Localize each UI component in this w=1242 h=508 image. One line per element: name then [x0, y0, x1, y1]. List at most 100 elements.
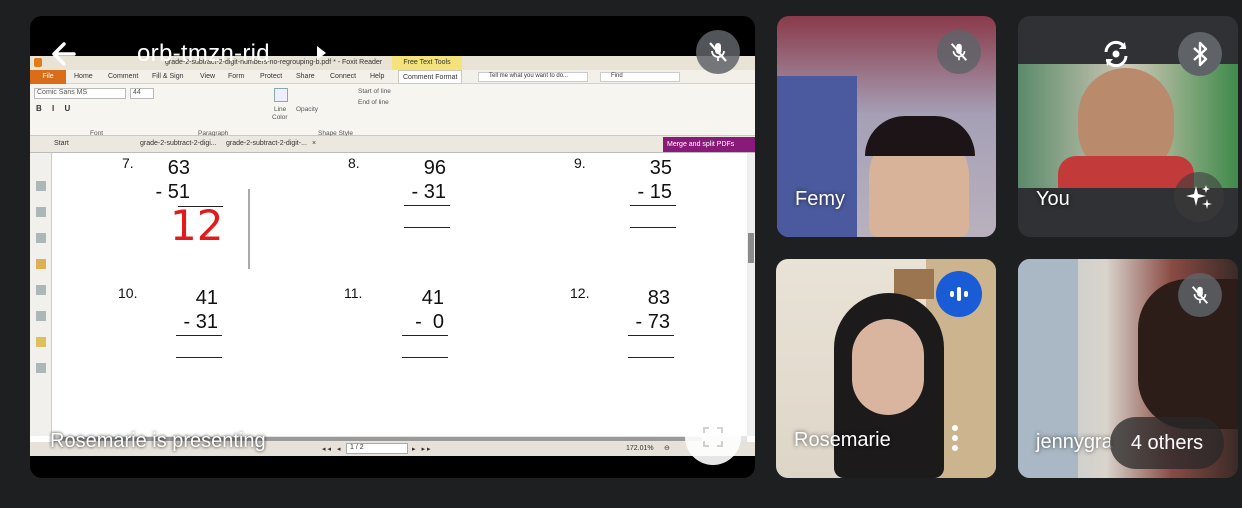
bluetooth-icon[interactable]	[1178, 32, 1222, 76]
menu-home[interactable]: Home	[74, 73, 93, 80]
opacity-label[interactable]: Opacity	[296, 106, 318, 113]
problem-top: 35	[649, 157, 672, 179]
participant-tile[interactable]: Femy	[777, 16, 996, 237]
merge-split-button[interactable]: Merge and split PDFs	[663, 137, 755, 152]
answer-line	[404, 227, 450, 229]
tab-start[interactable]: Start	[54, 140, 69, 147]
menu-help[interactable]: Help	[370, 73, 384, 80]
comments-icon[interactable]	[36, 259, 46, 269]
signature-icon[interactable]	[36, 233, 46, 243]
menu-view[interactable]: View	[200, 73, 215, 80]
problem-bottom: - 31	[183, 311, 218, 333]
page-nav-next-last[interactable]: ▸ ▸▸	[412, 445, 433, 453]
attachment-icon[interactable]	[36, 285, 46, 295]
tell-me-input[interactable]: Tell me what you want to do...	[478, 72, 588, 82]
chevron-right-icon[interactable]	[315, 45, 327, 66]
problem-top: 83	[647, 287, 670, 309]
scroll-thumb[interactable]	[748, 233, 754, 263]
mic-off-icon	[1178, 273, 1222, 317]
end-of-line-select[interactable]: End of line	[358, 99, 389, 106]
line-color-icon[interactable]	[274, 88, 288, 102]
zoom-out-icon[interactable]: ⊖	[664, 444, 670, 452]
free-text-tools-label: Free Text Tools	[392, 56, 462, 70]
presentation-tile[interactable]: grade-2-subtract-2-digit-numbers-no-regr…	[30, 16, 755, 478]
tab-doc-1[interactable]: grade-2-subtract-2-digi...	[140, 140, 217, 147]
participant-name: Rosemarie	[794, 429, 891, 451]
tab-doc-2[interactable]: grade-2-subtract-2-digit-...	[226, 140, 307, 147]
text-cursor	[248, 189, 250, 269]
problem-top: 63	[167, 157, 190, 179]
answer-line	[402, 357, 448, 359]
pdf-page: 7. 63 - 51 12 8. 96 - 31 9. 35 - 15 10. …	[52, 153, 747, 436]
color-label: Color	[272, 114, 288, 121]
menu-fill-sign[interactable]: Fill & Sign	[152, 73, 184, 80]
pen-icon[interactable]	[36, 363, 46, 373]
menu-share[interactable]: Share	[296, 73, 315, 80]
page-indicator[interactable]: 1 / 2	[346, 443, 408, 454]
curtain-background	[777, 76, 857, 237]
switch-camera-icon[interactable]	[1094, 32, 1138, 76]
menu-file[interactable]: File	[30, 70, 66, 84]
menu-connect[interactable]: Connect	[330, 73, 356, 80]
problem-number: 11.	[344, 285, 363, 301]
sparkle-effects-icon[interactable]	[1174, 172, 1224, 222]
self-view-tile[interactable]: You	[1018, 16, 1238, 237]
find-input[interactable]: Find	[600, 72, 680, 82]
page-nav-first-prev[interactable]: ◂◂ ◂	[322, 445, 343, 453]
left-tool-panel	[30, 153, 52, 436]
participant-name: You	[1036, 188, 1070, 210]
arrow-left-icon[interactable]	[46, 38, 78, 70]
answer-line	[176, 357, 222, 359]
document-tabs: Start grade-2-subtract-2-digi... grade-2…	[30, 136, 755, 153]
document-icon[interactable]	[36, 311, 46, 321]
answer-line	[630, 227, 676, 229]
lock-icon[interactable]	[36, 337, 46, 347]
participant-name: jennygra	[1036, 431, 1113, 453]
problem-top: 41	[421, 287, 444, 309]
problem-number: 8.	[348, 155, 360, 171]
others-button[interactable]: 4 others	[1110, 417, 1224, 469]
close-tab-icon[interactable]: ×	[312, 140, 316, 147]
page-thumbnail-icon[interactable]	[36, 181, 46, 191]
participant-tile[interactable]: jennygra 4 others	[1018, 259, 1238, 478]
mic-off-icon	[696, 30, 740, 74]
problem-bottom: - 31	[411, 181, 446, 203]
participant-shirt	[1058, 156, 1194, 188]
answer-line	[176, 335, 222, 337]
layers-icon[interactable]	[36, 207, 46, 217]
answer-line	[402, 335, 448, 337]
zoom-level[interactable]: 172.01%	[626, 445, 654, 452]
participant-tile[interactable]: Rosemarie	[776, 259, 996, 478]
problem-top: 41	[195, 287, 218, 309]
answer-line	[628, 357, 674, 359]
line-label: Line	[274, 106, 287, 113]
problem-number: 12.	[570, 285, 590, 301]
menu-form[interactable]: Form	[228, 73, 244, 80]
foxit-logo-icon	[34, 58, 42, 67]
problem-number: 10.	[118, 285, 138, 301]
more-vertical-icon[interactable]	[950, 422, 960, 454]
answer-line	[628, 335, 674, 337]
problem-bottom: - 0	[415, 311, 444, 333]
meeting-code[interactable]: orb-tmzn-rid	[137, 40, 270, 68]
font-style-buttons[interactable]: B I U	[36, 104, 74, 113]
vertical-scrollbar[interactable]	[747, 153, 755, 436]
problem-bottom: - 15	[637, 181, 672, 203]
meet-call-screen: grade-2-subtract-2-digit-numbers-no-regr…	[0, 0, 1242, 508]
participant-hair	[865, 116, 975, 156]
start-of-line-select[interactable]: Start of line	[358, 88, 391, 95]
menu-bar: Home Comment Fill & Sign View Form Prote…	[30, 70, 755, 84]
mic-off-icon	[937, 30, 981, 74]
answer-line	[630, 205, 676, 207]
ribbon: Comic Sans MS 44 B I U Font Paragraph Sh…	[30, 84, 755, 137]
font-size-select[interactable]: 44	[130, 88, 154, 99]
menu-comment-format[interactable]: Comment Format	[398, 70, 463, 84]
problem-number: 9.	[574, 155, 586, 171]
menu-protect[interactable]: Protect	[260, 73, 282, 80]
font-name-select[interactable]: Comic Sans MS	[34, 88, 126, 99]
participant-face	[852, 319, 924, 415]
menu-comment[interactable]: Comment	[108, 73, 138, 80]
fullscreen-icon[interactable]	[685, 409, 741, 465]
problem-bottom: - 73	[635, 311, 670, 333]
shared-screen: grade-2-subtract-2-digit-numbers-no-regr…	[30, 56, 755, 456]
